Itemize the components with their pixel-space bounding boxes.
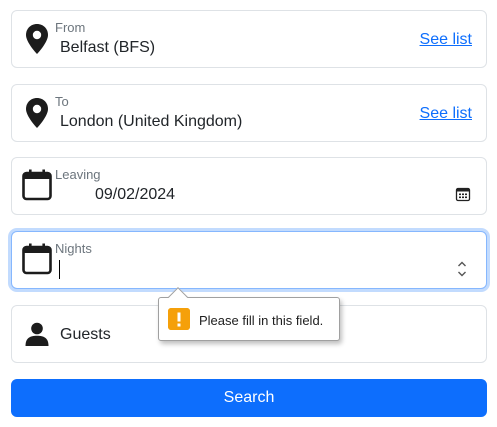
tooltip-arrow bbox=[168, 287, 188, 307]
person-icon bbox=[25, 322, 49, 346]
nights-label: Nights bbox=[55, 241, 92, 256]
calendar-picker-icon[interactable] bbox=[455, 186, 471, 202]
from-value[interactable]: Belfast (BFS) bbox=[60, 39, 155, 57]
leaving-label: Leaving bbox=[55, 167, 101, 182]
leaving-value[interactable]: 09/02/2024 bbox=[95, 186, 175, 204]
leaving-date-field[interactable]: Leaving 09/02/2024 bbox=[11, 157, 487, 215]
calendar-icon bbox=[22, 243, 52, 275]
from-see-list-link[interactable]: See list bbox=[420, 31, 472, 49]
guests-placeholder: Guests bbox=[60, 326, 111, 343]
validation-tooltip: Please fill in this field. bbox=[158, 287, 340, 341]
map-pin-icon bbox=[26, 24, 48, 54]
validation-message: Please fill in this field. bbox=[199, 313, 324, 328]
to-label: To bbox=[55, 94, 69, 109]
calendar-icon bbox=[22, 169, 52, 201]
to-field[interactable]: To London (United Kingdom) See list bbox=[11, 84, 487, 142]
from-label: From bbox=[55, 20, 86, 35]
to-see-list-link[interactable]: See list bbox=[420, 105, 472, 123]
text-cursor bbox=[59, 260, 60, 279]
number-spinner-icon[interactable] bbox=[457, 260, 467, 278]
nights-field[interactable]: Nights bbox=[11, 231, 487, 289]
warning-icon bbox=[168, 308, 190, 330]
from-field[interactable]: From Belfast (BFS) See list bbox=[11, 10, 487, 68]
map-pin-icon bbox=[26, 98, 48, 128]
to-value[interactable]: London (United Kingdom) bbox=[60, 113, 242, 131]
search-button[interactable]: Search bbox=[11, 379, 487, 417]
